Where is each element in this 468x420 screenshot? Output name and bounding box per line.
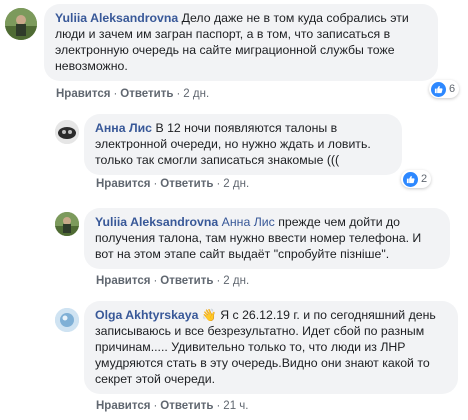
separator: · (176, 88, 181, 100)
comment-bubble: Yuliia Aleksandrovna Дело даже не в том … (44, 4, 438, 81)
separator: · (113, 88, 118, 100)
like-link[interactable]: Нравится (56, 88, 110, 100)
comment-2: Анна Лис В 12 ночи появляются талоны в э… (0, 108, 468, 198)
separator: · (216, 400, 221, 412)
like-link[interactable]: Нравится (96, 275, 150, 287)
separator: · (153, 178, 158, 190)
comment-author[interactable]: Olga Akhtyrskaya (95, 308, 198, 322)
reply-link[interactable]: Ответить (160, 400, 213, 412)
comment-author[interactable]: Анна Лис (95, 121, 152, 135)
comment-time[interactable]: 21 ч. (223, 400, 248, 412)
comment-time[interactable]: 2 дн. (183, 88, 209, 100)
comment-time[interactable]: 2 дн. (223, 178, 249, 190)
comment-actions: Нравится · Ответить · 21 ч. (96, 400, 248, 412)
comment-author[interactable]: Yuliia Aleksandrovna (95, 215, 218, 229)
mention-link[interactable]: Анна Лис (222, 215, 275, 229)
separator: · (153, 400, 158, 412)
comment-1: Yuliia Aleksandrovna Дело даже не в том … (0, 0, 468, 108)
separator: · (216, 275, 221, 287)
avatar[interactable] (55, 308, 79, 332)
reaction-count[interactable]: 2 (401, 170, 432, 188)
comment-actions: Нравится · Ответить · 2 дн. (96, 275, 249, 287)
avatar[interactable] (55, 212, 79, 236)
comment-bubble: Olga Akhtyrskaya 👋 Я с 26.12.19 г. и по … (84, 301, 458, 394)
like-icon (403, 171, 418, 187)
comment-time[interactable]: 2 дн. (223, 275, 249, 287)
waving-hand-icon: 👋 (201, 308, 217, 322)
comment-actions: Нравится · Ответить · 2 дн. (56, 88, 209, 100)
comment-bubble: Yuliia Aleksandrovna Анна Лис прежде чем… (84, 208, 450, 269)
reaction-count[interactable]: 6 (429, 80, 460, 98)
comment-4: Olga Akhtyrskaya 👋 Я с 26.12.19 г. и по … (0, 294, 468, 420)
separator: · (216, 178, 221, 190)
avatar[interactable] (55, 120, 79, 144)
like-link[interactable]: Нравится (96, 400, 150, 412)
avatar-photo-icon (55, 212, 79, 236)
avatar-photo-icon (5, 8, 37, 40)
like-link[interactable]: Нравится (96, 178, 150, 190)
reply-link[interactable]: Ответить (160, 275, 213, 287)
reply-link[interactable]: Ответить (120, 88, 173, 100)
avatar-photo-icon (55, 120, 79, 144)
reaction-number: 6 (449, 83, 456, 95)
reaction-number: 2 (421, 173, 428, 185)
separator: · (153, 275, 158, 287)
comment-actions: Нравится · Ответить · 2 дн. (96, 178, 249, 190)
like-icon (431, 81, 446, 97)
avatar[interactable] (5, 8, 37, 40)
comment-3: Yuliia Aleksandrovna Анна Лис прежде чем… (0, 198, 468, 294)
reply-link[interactable]: Ответить (160, 178, 213, 190)
comment-author[interactable]: Yuliia Aleksandrovna (55, 11, 178, 25)
avatar-photo-icon (55, 308, 79, 332)
comment-bubble: Анна Лис В 12 ночи появляются талоны в э… (84, 114, 402, 175)
